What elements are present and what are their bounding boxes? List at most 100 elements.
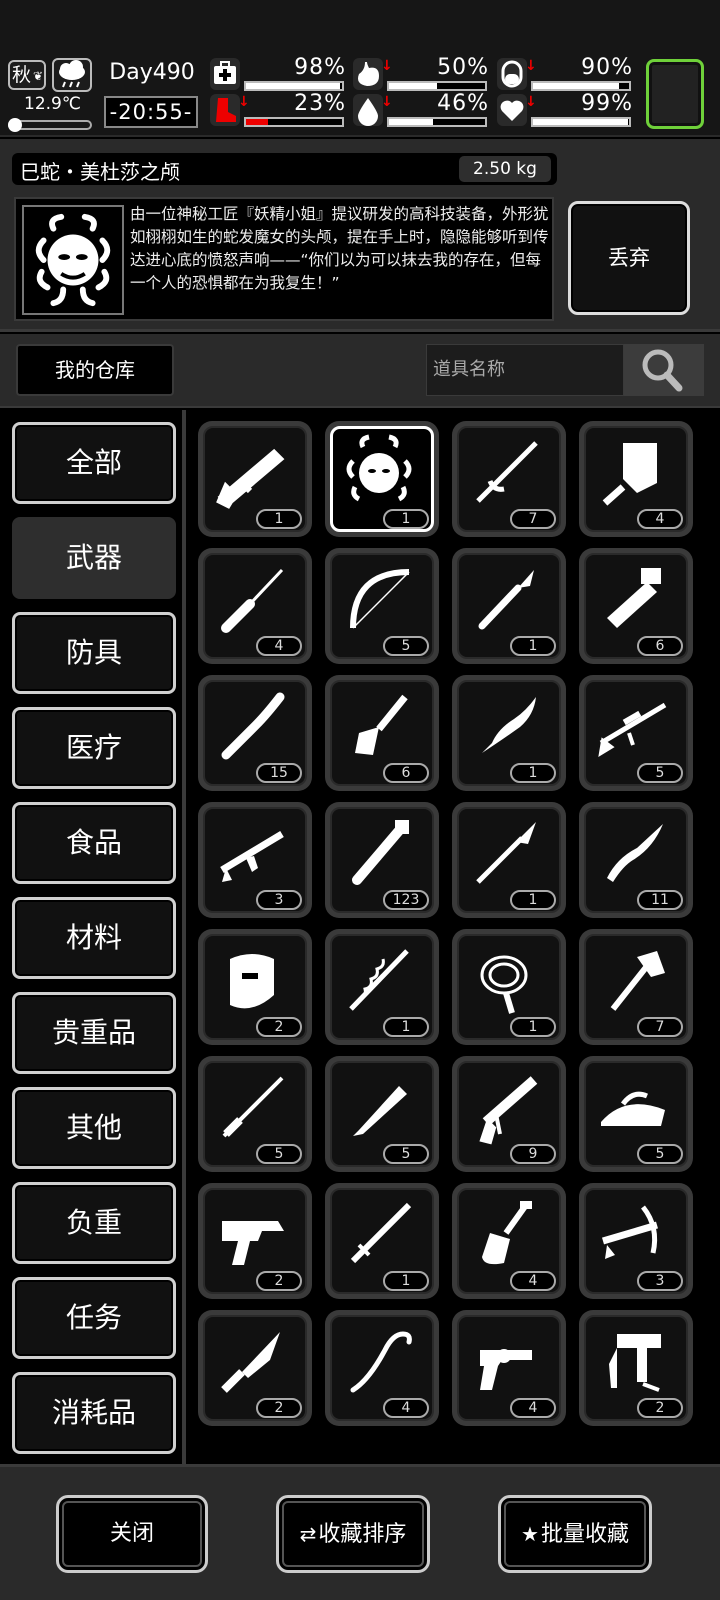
- inventory-slot[interactable]: 4: [198, 548, 312, 664]
- inventory-slot[interactable]: 15: [198, 675, 312, 791]
- assault-rifle-icon: [220, 830, 284, 882]
- season-label: 秋: [12, 64, 32, 86]
- item-count-badge: 2: [256, 1017, 302, 1037]
- inventory-slot[interactable]: 1: [325, 929, 439, 1045]
- decrease-arrow-icon: ↓: [525, 58, 537, 74]
- whip-icon: [480, 955, 528, 1014]
- inventory-slot[interactable]: 5: [198, 1056, 312, 1172]
- my-warehouse-tab[interactable]: 我的仓库: [16, 344, 174, 396]
- item-count-badge: 1: [256, 509, 302, 529]
- category-tab[interactable]: 医疗: [12, 707, 176, 789]
- inventory-slot[interactable]: 2: [198, 1183, 312, 1299]
- favorite-sort-button[interactable]: ⇄收藏排序: [276, 1495, 430, 1573]
- status-value: 90%: [581, 55, 633, 80]
- inventory-slot[interactable]: 6: [579, 548, 693, 664]
- inventory-slot[interactable]: 1: [452, 929, 566, 1045]
- category-tab[interactable]: 其他: [12, 1087, 176, 1169]
- katana-icon: [222, 1076, 284, 1138]
- search-button[interactable]: [624, 344, 704, 396]
- item-count-badge: 4: [256, 636, 302, 656]
- category-tab[interactable]: 材料: [12, 897, 176, 979]
- category-tab[interactable]: 武器: [12, 517, 176, 599]
- scalpel-icon: [478, 570, 534, 630]
- inventory-slot[interactable]: 123: [325, 802, 439, 918]
- screwdriver-icon: [221, 568, 284, 633]
- shovel-blade-icon: [355, 694, 408, 755]
- inventory-slot[interactable]: 4: [579, 421, 693, 537]
- category-tab[interactable]: 贵重品: [12, 992, 176, 1074]
- ornate-dagger-icon: [482, 697, 536, 753]
- inventory-slot[interactable]: 1: [452, 675, 566, 791]
- status-meter: 98%: [210, 55, 348, 92]
- close-label: 关闭: [109, 1521, 154, 1546]
- item-count-badge: 2: [637, 1398, 683, 1418]
- item-description: 由一位神秘工匠『妖精小姐』提议研发的高科技装备，外形犹如栩栩如生的蛇发魔女的头颅…: [130, 205, 549, 292]
- inventory-slot[interactable]: 2: [198, 1310, 312, 1426]
- category-tab[interactable]: 任务: [12, 1277, 176, 1359]
- item-count-badge: 3: [256, 890, 302, 910]
- category-tab[interactable]: 全部: [12, 422, 176, 504]
- inventory-slot[interactable]: 4: [452, 1183, 566, 1299]
- inventory-slot[interactable]: 3: [579, 1183, 693, 1299]
- revolver-icon: [480, 1349, 532, 1390]
- inventory-slot[interactable]: 1: [325, 421, 439, 537]
- item-count-badge: 15: [256, 763, 302, 783]
- inventory-slot[interactable]: 5: [579, 675, 693, 791]
- decrease-arrow-icon: ↓: [381, 94, 393, 110]
- category-tab[interactable]: 食品: [12, 802, 176, 884]
- inventory-slot[interactable]: 5: [325, 1056, 439, 1172]
- status-bar: [387, 117, 487, 127]
- item-count-badge: 7: [510, 509, 556, 529]
- item-title-bar: 巳蛇・美杜莎之颅 2.50 kg: [12, 153, 557, 185]
- inventory-slot[interactable]: 7: [579, 929, 693, 1045]
- item-count-badge: 1: [510, 763, 556, 783]
- crowbar-icon: [350, 1331, 412, 1393]
- vine-staff-icon: [349, 949, 409, 1011]
- category-tab[interactable]: 消耗品: [12, 1372, 176, 1454]
- status-bar: [244, 117, 344, 127]
- item-count-badge: 1: [510, 1017, 556, 1037]
- cleaver-icon: [602, 443, 657, 506]
- item-search-input[interactable]: 道具名称: [426, 344, 624, 396]
- quick-slot[interactable]: [646, 59, 704, 129]
- inventory-slot[interactable]: 5: [579, 1056, 693, 1172]
- inventory-slot[interactable]: 4: [325, 1310, 439, 1426]
- inventory-slot[interactable]: 11: [579, 802, 693, 918]
- favorite-sort-label: 收藏排序: [318, 1522, 407, 1547]
- item-count-badge: 5: [637, 763, 683, 783]
- status-value: 46%: [437, 91, 489, 116]
- item-count-badge: 2: [256, 1271, 302, 1291]
- inventory-slot[interactable]: 6: [325, 675, 439, 791]
- inventory-slot[interactable]: 4: [452, 1310, 566, 1426]
- close-button[interactable]: 关闭: [56, 1495, 208, 1573]
- category-tab[interactable]: 负重: [12, 1182, 176, 1264]
- item-count-badge: 4: [510, 1271, 556, 1291]
- category-tab[interactable]: 防具: [12, 612, 176, 694]
- item-count-badge: 11: [637, 890, 683, 910]
- item-count-badge: 5: [383, 1144, 429, 1164]
- item-count-badge: 1: [383, 1271, 429, 1291]
- status-meter: ↓ 99%: [497, 91, 635, 128]
- inventory-slot[interactable]: 1: [452, 802, 566, 918]
- batch-favorite-button[interactable]: ★批量收藏: [498, 1495, 652, 1573]
- spade-icon: [482, 1201, 532, 1265]
- stomach-icon: [353, 58, 383, 90]
- inventory-slot[interactable]: 9: [452, 1056, 566, 1172]
- inventory-slot[interactable]: 1: [452, 548, 566, 664]
- inventory-slot[interactable]: 5: [325, 548, 439, 664]
- inventory-slot[interactable]: 1: [325, 1183, 439, 1299]
- discard-button[interactable]: 丢弃: [568, 201, 690, 315]
- day-counter: Day490: [109, 60, 195, 85]
- bow-icon: [350, 569, 410, 629]
- inventory-slot[interactable]: 1: [198, 421, 312, 537]
- long-sword-icon: [350, 1202, 412, 1264]
- inventory-slot[interactable]: 2: [198, 929, 312, 1045]
- boot-icon: [210, 94, 240, 126]
- item-count-badge: 6: [637, 636, 683, 656]
- inventory-slot[interactable]: 7: [452, 421, 566, 537]
- inventory-slot[interactable]: 3: [198, 802, 312, 918]
- warehouse-header: 我的仓库 道具名称: [0, 334, 720, 408]
- status-bar: [387, 81, 487, 91]
- item-count-badge: 5: [256, 1144, 302, 1164]
- inventory-slot[interactable]: 2: [579, 1310, 693, 1426]
